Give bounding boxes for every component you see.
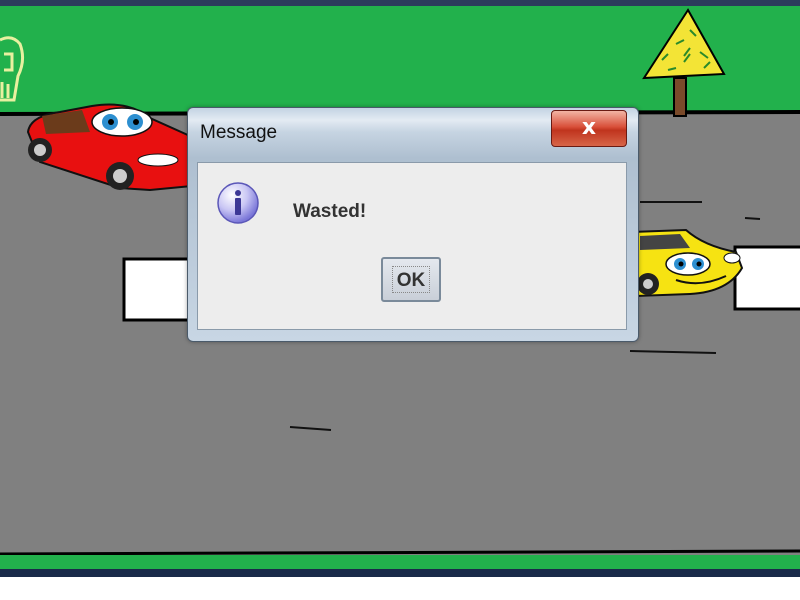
close-icon: x xyxy=(581,115,597,140)
ok-button[interactable]: OK xyxy=(381,257,441,302)
info-icon xyxy=(217,182,259,224)
white-block-left xyxy=(122,257,196,322)
top-frame-strip xyxy=(0,0,800,6)
bottom-margin xyxy=(0,577,800,600)
dialog-title: Message xyxy=(200,122,278,143)
dialog-titlebar[interactable]: Message x xyxy=(188,108,638,156)
dialog-message: Wasted! xyxy=(293,201,367,222)
bottom-frame-strip xyxy=(0,569,800,577)
dialog-content: Wasted! OK xyxy=(197,162,627,330)
grass-bottom xyxy=(0,555,800,569)
lane-mark xyxy=(744,217,761,220)
ok-button-label: OK xyxy=(396,270,426,291)
message-dialog: Message x Wasted! OK xyxy=(187,107,639,342)
close-button[interactable]: x xyxy=(551,110,627,147)
white-block-right xyxy=(733,245,800,311)
